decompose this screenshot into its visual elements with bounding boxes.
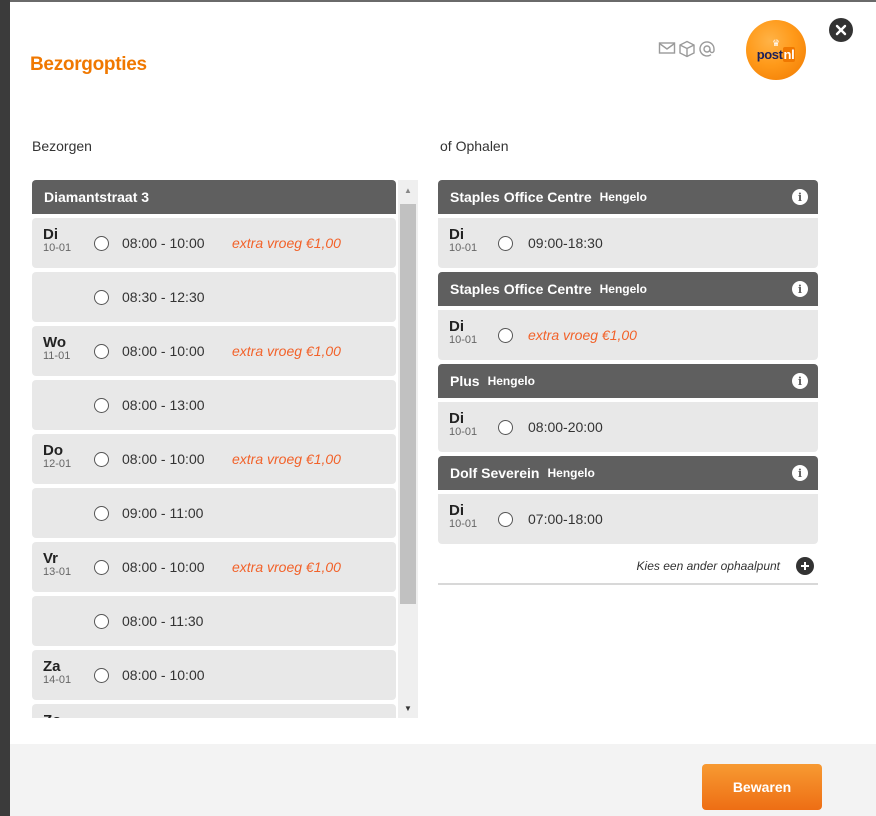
slot-day: Wo 11-01 <box>43 334 71 362</box>
package-icon <box>679 40 695 58</box>
pickup-slot[interactable]: Di 10-01 08:00-20:00 <box>438 402 818 452</box>
logo-wordmark: postnl <box>756 47 796 62</box>
modal-top-border <box>10 0 876 10</box>
delivery-slot[interactable]: 08:00 - 11:30 <box>32 596 396 646</box>
delivery-slot[interactable]: Zo <box>32 704 396 718</box>
slot-radio[interactable] <box>94 668 109 683</box>
slot-extra-fee: extra vroeg €1,00 <box>232 235 341 251</box>
slot-day: Di 10-01 <box>43 226 72 254</box>
slot-time: 08:00 - 10:00 <box>122 667 205 683</box>
crown-icon: ♛ <box>771 38 781 48</box>
channel-icons <box>658 40 716 58</box>
pickup-point-list: Staples Office Centre Hengelo i Di 10-01 … <box>438 180 818 544</box>
delivery-slot[interactable]: Za 14-01 08:00 - 10:00 <box>32 650 396 700</box>
plus-circle-icon[interactable] <box>796 557 814 575</box>
delivery-slot[interactable]: 09:00 - 11:00 <box>32 488 396 538</box>
delivery-slot-list[interactable]: Diamantstraat 3 Di 10-01 08:00 - 10:00 ex… <box>32 180 418 718</box>
slot-radio[interactable] <box>498 236 513 251</box>
slot-day: Do 12-01 <box>43 442 72 470</box>
slot-radio[interactable] <box>94 398 109 413</box>
slot-radio[interactable] <box>94 452 109 467</box>
slot-radio[interactable] <box>498 420 513 435</box>
slot-extra-fee: extra vroeg €1,00 <box>232 559 341 575</box>
delivery-slot[interactable]: Vr 13-01 08:00 - 10:00 extra vroeg €1,00 <box>32 542 396 592</box>
slot-time: 08:00 - 10:00 <box>122 559 205 575</box>
background-window-edge <box>0 0 10 816</box>
slot-time: 08:00 - 10:00 <box>122 235 205 251</box>
scroll-up-arrow-icon[interactable]: ▲ <box>398 180 418 200</box>
slot-time: 08:00 - 13:00 <box>122 397 205 413</box>
pickup-point-city: Hengelo <box>599 190 647 204</box>
slot-time: 08:00 - 10:00 <box>122 343 205 359</box>
slot-extra-fee: extra vroeg €1,00 <box>232 451 341 467</box>
close-button[interactable] <box>829 18 853 42</box>
pickup-point-name: Staples Office Centre <box>450 281 592 297</box>
pickup-point-name: Staples Office Centre <box>450 189 592 205</box>
pickup-point-name: Dolf Severein <box>450 465 540 481</box>
slot-extra-fee: extra vroeg €1,00 <box>232 343 341 359</box>
slot-day: Zo <box>43 713 61 718</box>
slot-day: Di 10-01 <box>449 410 478 438</box>
delivery-address-header: Diamantstraat 3 <box>32 180 396 214</box>
info-icon[interactable]: i <box>792 189 808 205</box>
slot-day: Za 14-01 <box>43 658 72 686</box>
slot-time: 07:00-18:00 <box>528 511 603 527</box>
slot-radio[interactable] <box>498 512 513 527</box>
delivery-slot[interactable]: Di 10-01 08:00 - 10:00 extra vroeg €1,00 <box>32 218 396 268</box>
info-icon[interactable]: i <box>792 465 808 481</box>
pickup-point-header: Dolf Severein Hengelo i <box>438 456 818 490</box>
info-icon[interactable]: i <box>792 373 808 389</box>
pickup-point-header: Plus Hengelo i <box>438 364 818 398</box>
pickup-point-header: Staples Office Centre Hengelo i <box>438 272 818 306</box>
pickup-point-name: Plus <box>450 373 480 389</box>
pickup-point-city: Hengelo <box>547 466 595 480</box>
slot-time: 09:00 - 11:00 <box>122 505 204 521</box>
delivery-slot[interactable]: 08:00 - 13:00 <box>32 380 396 430</box>
slot-day: Di 10-01 <box>449 318 478 346</box>
delivery-slot[interactable]: 08:30 - 12:30 <box>32 272 396 322</box>
close-icon <box>835 24 847 36</box>
save-button[interactable]: Bewaren <box>702 764 822 810</box>
postnl-logo: ♛ postnl <box>746 20 806 80</box>
slot-radio[interactable] <box>94 290 109 305</box>
slot-day: Vr 13-01 <box>43 550 72 578</box>
slot-radio[interactable] <box>94 236 109 251</box>
pickup-slot[interactable]: Di 10-01 extra vroeg €1,00 <box>438 310 818 360</box>
slot-time: 08:00-20:00 <box>528 419 603 435</box>
pickup-point-header: Staples Office Centre Hengelo i <box>438 180 818 214</box>
slot-time: 08:00 - 10:00 <box>122 451 205 467</box>
slot-radio[interactable] <box>94 560 109 575</box>
scroll-thumb[interactable] <box>400 204 416 604</box>
slot-radio[interactable] <box>498 328 513 343</box>
info-icon[interactable]: i <box>792 281 808 297</box>
delivery-slot[interactable]: Wo 11-01 08:00 - 10:00 extra vroeg €1,00 <box>32 326 396 376</box>
pickup-slot[interactable]: Di 10-01 09:00-18:30 <box>438 218 818 268</box>
scroll-down-arrow-icon[interactable]: ▼ <box>398 698 418 718</box>
pickup-point-city: Hengelo <box>487 374 535 388</box>
pickup-column-label: of Ophalen <box>440 138 509 154</box>
delivery-slot[interactable]: Do 12-01 08:00 - 10:00 extra vroeg €1,00 <box>32 434 396 484</box>
slot-time: 09:00-18:30 <box>528 235 603 251</box>
slot-time: 08:00 - 11:30 <box>122 613 204 629</box>
slot-day: Di 10-01 <box>449 502 478 530</box>
at-icon <box>699 41 715 57</box>
pickup-slot[interactable]: Di 10-01 07:00-18:00 <box>438 494 818 544</box>
slot-radio[interactable] <box>94 506 109 521</box>
mail-icon <box>658 42 676 54</box>
choose-other-pickup-text[interactable]: Kies een ander ophaalpunt <box>637 559 780 573</box>
slot-time: 08:30 - 12:30 <box>122 289 205 305</box>
slot-extra-fee: extra vroeg €1,00 <box>528 327 637 343</box>
pickup-point-city: Hengelo <box>599 282 647 296</box>
slot-radio[interactable] <box>94 614 109 629</box>
slot-radio[interactable] <box>94 344 109 359</box>
delivery-list-scrollbar[interactable]: ▲ ▼ <box>398 180 418 718</box>
page-title: Bezorgopties <box>30 54 147 75</box>
delivery-column-label: Bezorgen <box>32 138 92 154</box>
slot-day: Di 10-01 <box>449 226 478 254</box>
choose-other-pickup-link[interactable]: Kies een ander ophaalpunt <box>438 555 818 585</box>
